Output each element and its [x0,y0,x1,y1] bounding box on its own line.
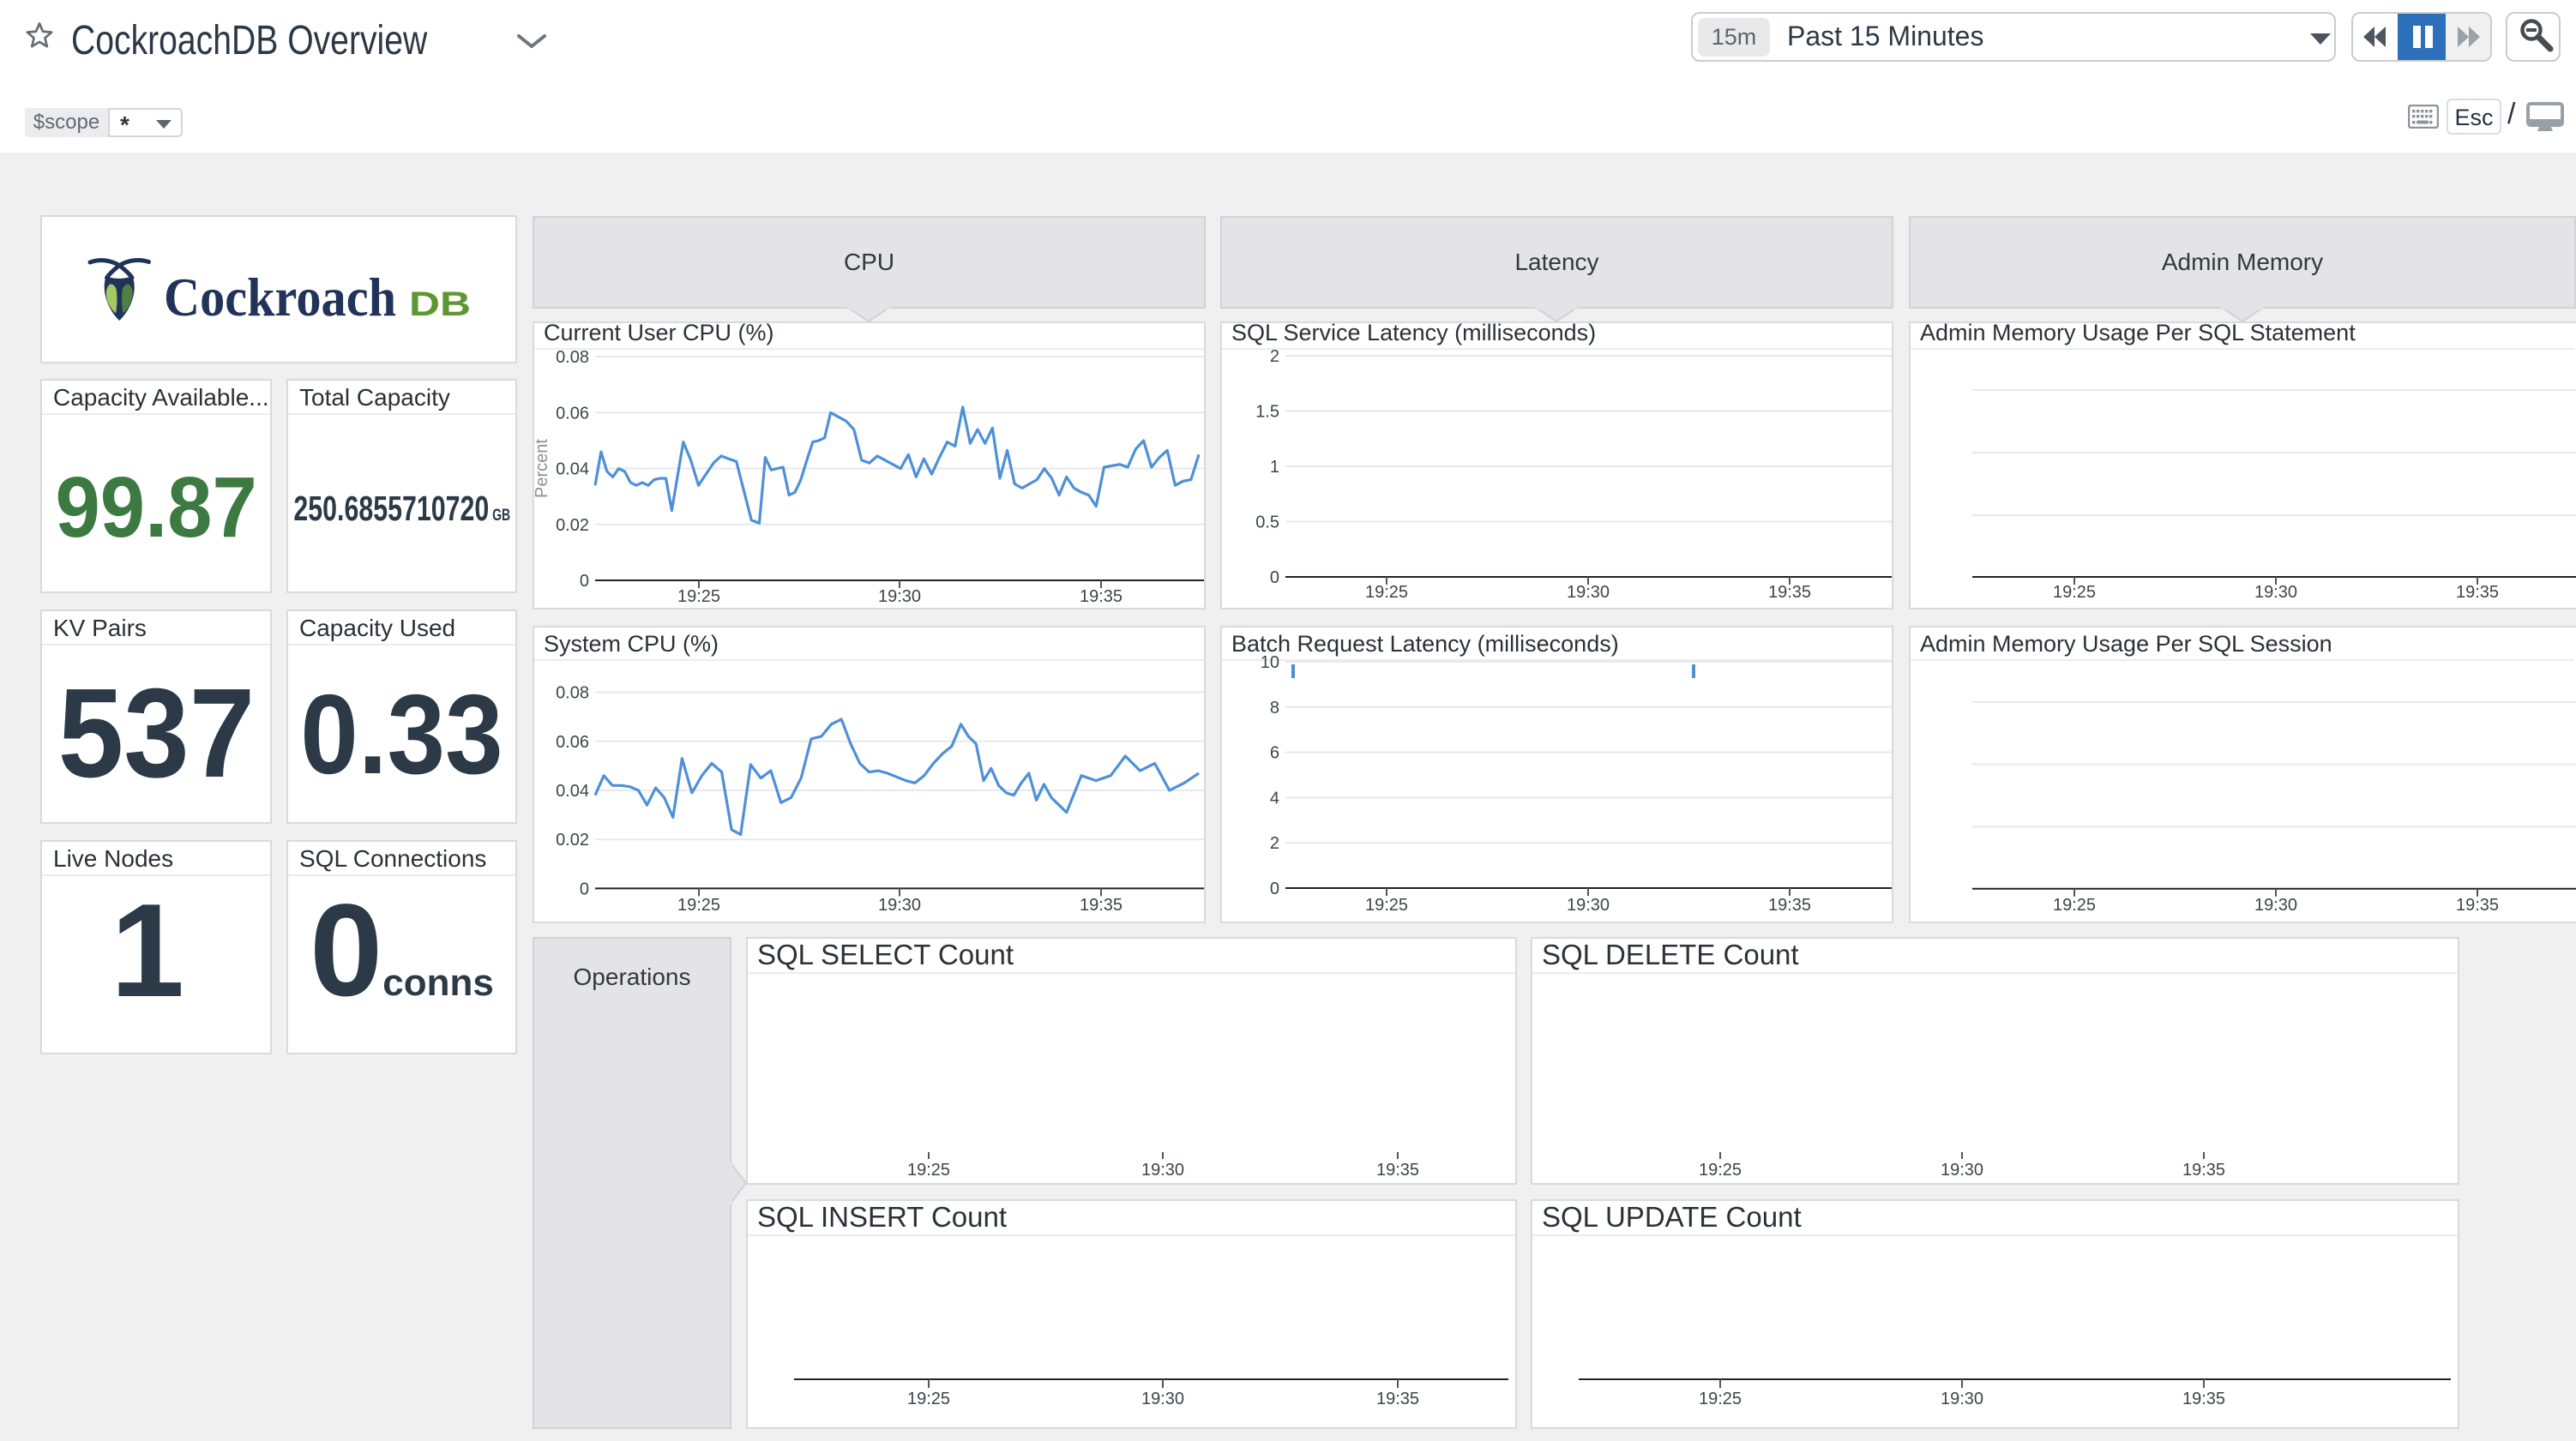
svg-text:19:30: 19:30 [1141,1161,1184,1180]
svg-text:0.04: 0.04 [556,782,589,801]
svg-text:SQL Service Latency (milliseco: SQL Service Latency (milliseconds) [1231,321,1596,345]
svg-text:4: 4 [1270,789,1279,808]
svg-text:2: 2 [1270,347,1279,366]
svg-text:1: 1 [1270,458,1279,477]
svg-text:19:30: 19:30 [878,896,921,915]
svg-text:SQL UPDATE Count: SQL UPDATE Count [1542,1201,1802,1233]
svg-text:Admin Memory Usage Per SQL Ses: Admin Memory Usage Per SQL Session [1920,631,2332,657]
svg-text:19:30: 19:30 [2254,896,2297,915]
svg-text:19:35: 19:35 [2456,896,2499,915]
svg-text:2: 2 [1270,834,1279,853]
svg-text:SQL INSERT Count: SQL INSERT Count [757,1201,1007,1233]
svg-text:19:25: 19:25 [1699,1161,1742,1180]
svg-text:0: 0 [1270,880,1279,898]
svg-text:0.04: 0.04 [556,460,589,479]
svg-text:19:35: 19:35 [1768,896,1811,915]
svg-text:19:25: 19:25 [907,1390,950,1408]
svg-text:DB: DB [409,285,471,323]
svg-text:8: 8 [1270,699,1279,717]
svg-text:19:35: 19:35 [1080,587,1122,606]
svg-text:Percent: Percent [533,439,551,498]
svg-text:19:30: 19:30 [1141,1390,1184,1408]
svg-text:19:30: 19:30 [1567,583,1610,602]
svg-text:Current User CPU (%): Current User CPU (%) [544,321,774,345]
svg-text:Cockroach: Cockroach [164,267,396,327]
svg-text:Batch Request Latency (millise: Batch Request Latency (milliseconds) [1231,631,1619,657]
svg-text:0.08: 0.08 [556,348,589,367]
svg-text:19:35: 19:35 [1376,1161,1419,1180]
svg-text:0: 0 [580,880,589,898]
svg-text:19:30: 19:30 [2254,583,2297,602]
svg-text:19:35: 19:35 [1376,1390,1419,1408]
svg-text:19:25: 19:25 [1699,1390,1742,1408]
svg-text:19:25: 19:25 [2053,896,2096,915]
svg-text:19:35: 19:35 [1080,896,1122,915]
svg-text:19:25: 19:25 [677,587,720,606]
svg-text:19:30: 19:30 [1941,1390,1983,1408]
svg-text:SQL SELECT Count: SQL SELECT Count [757,939,1014,970]
svg-text:Admin Memory Usage Per SQL Sta: Admin Memory Usage Per SQL Statement [1920,321,2356,345]
svg-text:19:35: 19:35 [2456,583,2499,602]
svg-text:0: 0 [580,572,589,591]
svg-text:SQL DELETE Count: SQL DELETE Count [1542,939,1799,970]
svg-text:19:30: 19:30 [878,587,921,606]
svg-text:0.5: 0.5 [1255,513,1279,532]
svg-text:19:25: 19:25 [677,896,720,915]
svg-text:6: 6 [1270,744,1279,763]
svg-text:System CPU (%): System CPU (%) [544,631,719,657]
svg-text:0.06: 0.06 [556,733,589,752]
svg-text:19:25: 19:25 [1365,896,1408,915]
svg-text:0.08: 0.08 [556,684,589,703]
svg-text:19:35: 19:35 [2182,1161,2225,1180]
svg-text:0.02: 0.02 [556,516,589,535]
svg-text:19:35: 19:35 [2182,1390,2225,1408]
svg-text:19:25: 19:25 [1365,583,1408,602]
svg-text:1.5: 1.5 [1255,403,1279,422]
svg-text:19:30: 19:30 [1567,896,1610,915]
svg-text:19:25: 19:25 [2053,583,2096,602]
svg-text:10: 10 [1261,653,1279,672]
svg-text:19:30: 19:30 [1941,1161,1983,1180]
svg-text:0: 0 [1270,568,1279,587]
svg-text:19:35: 19:35 [1768,583,1811,602]
svg-text:0.06: 0.06 [556,404,589,423]
svg-text:0.02: 0.02 [556,831,589,850]
svg-text:19:25: 19:25 [907,1161,950,1180]
